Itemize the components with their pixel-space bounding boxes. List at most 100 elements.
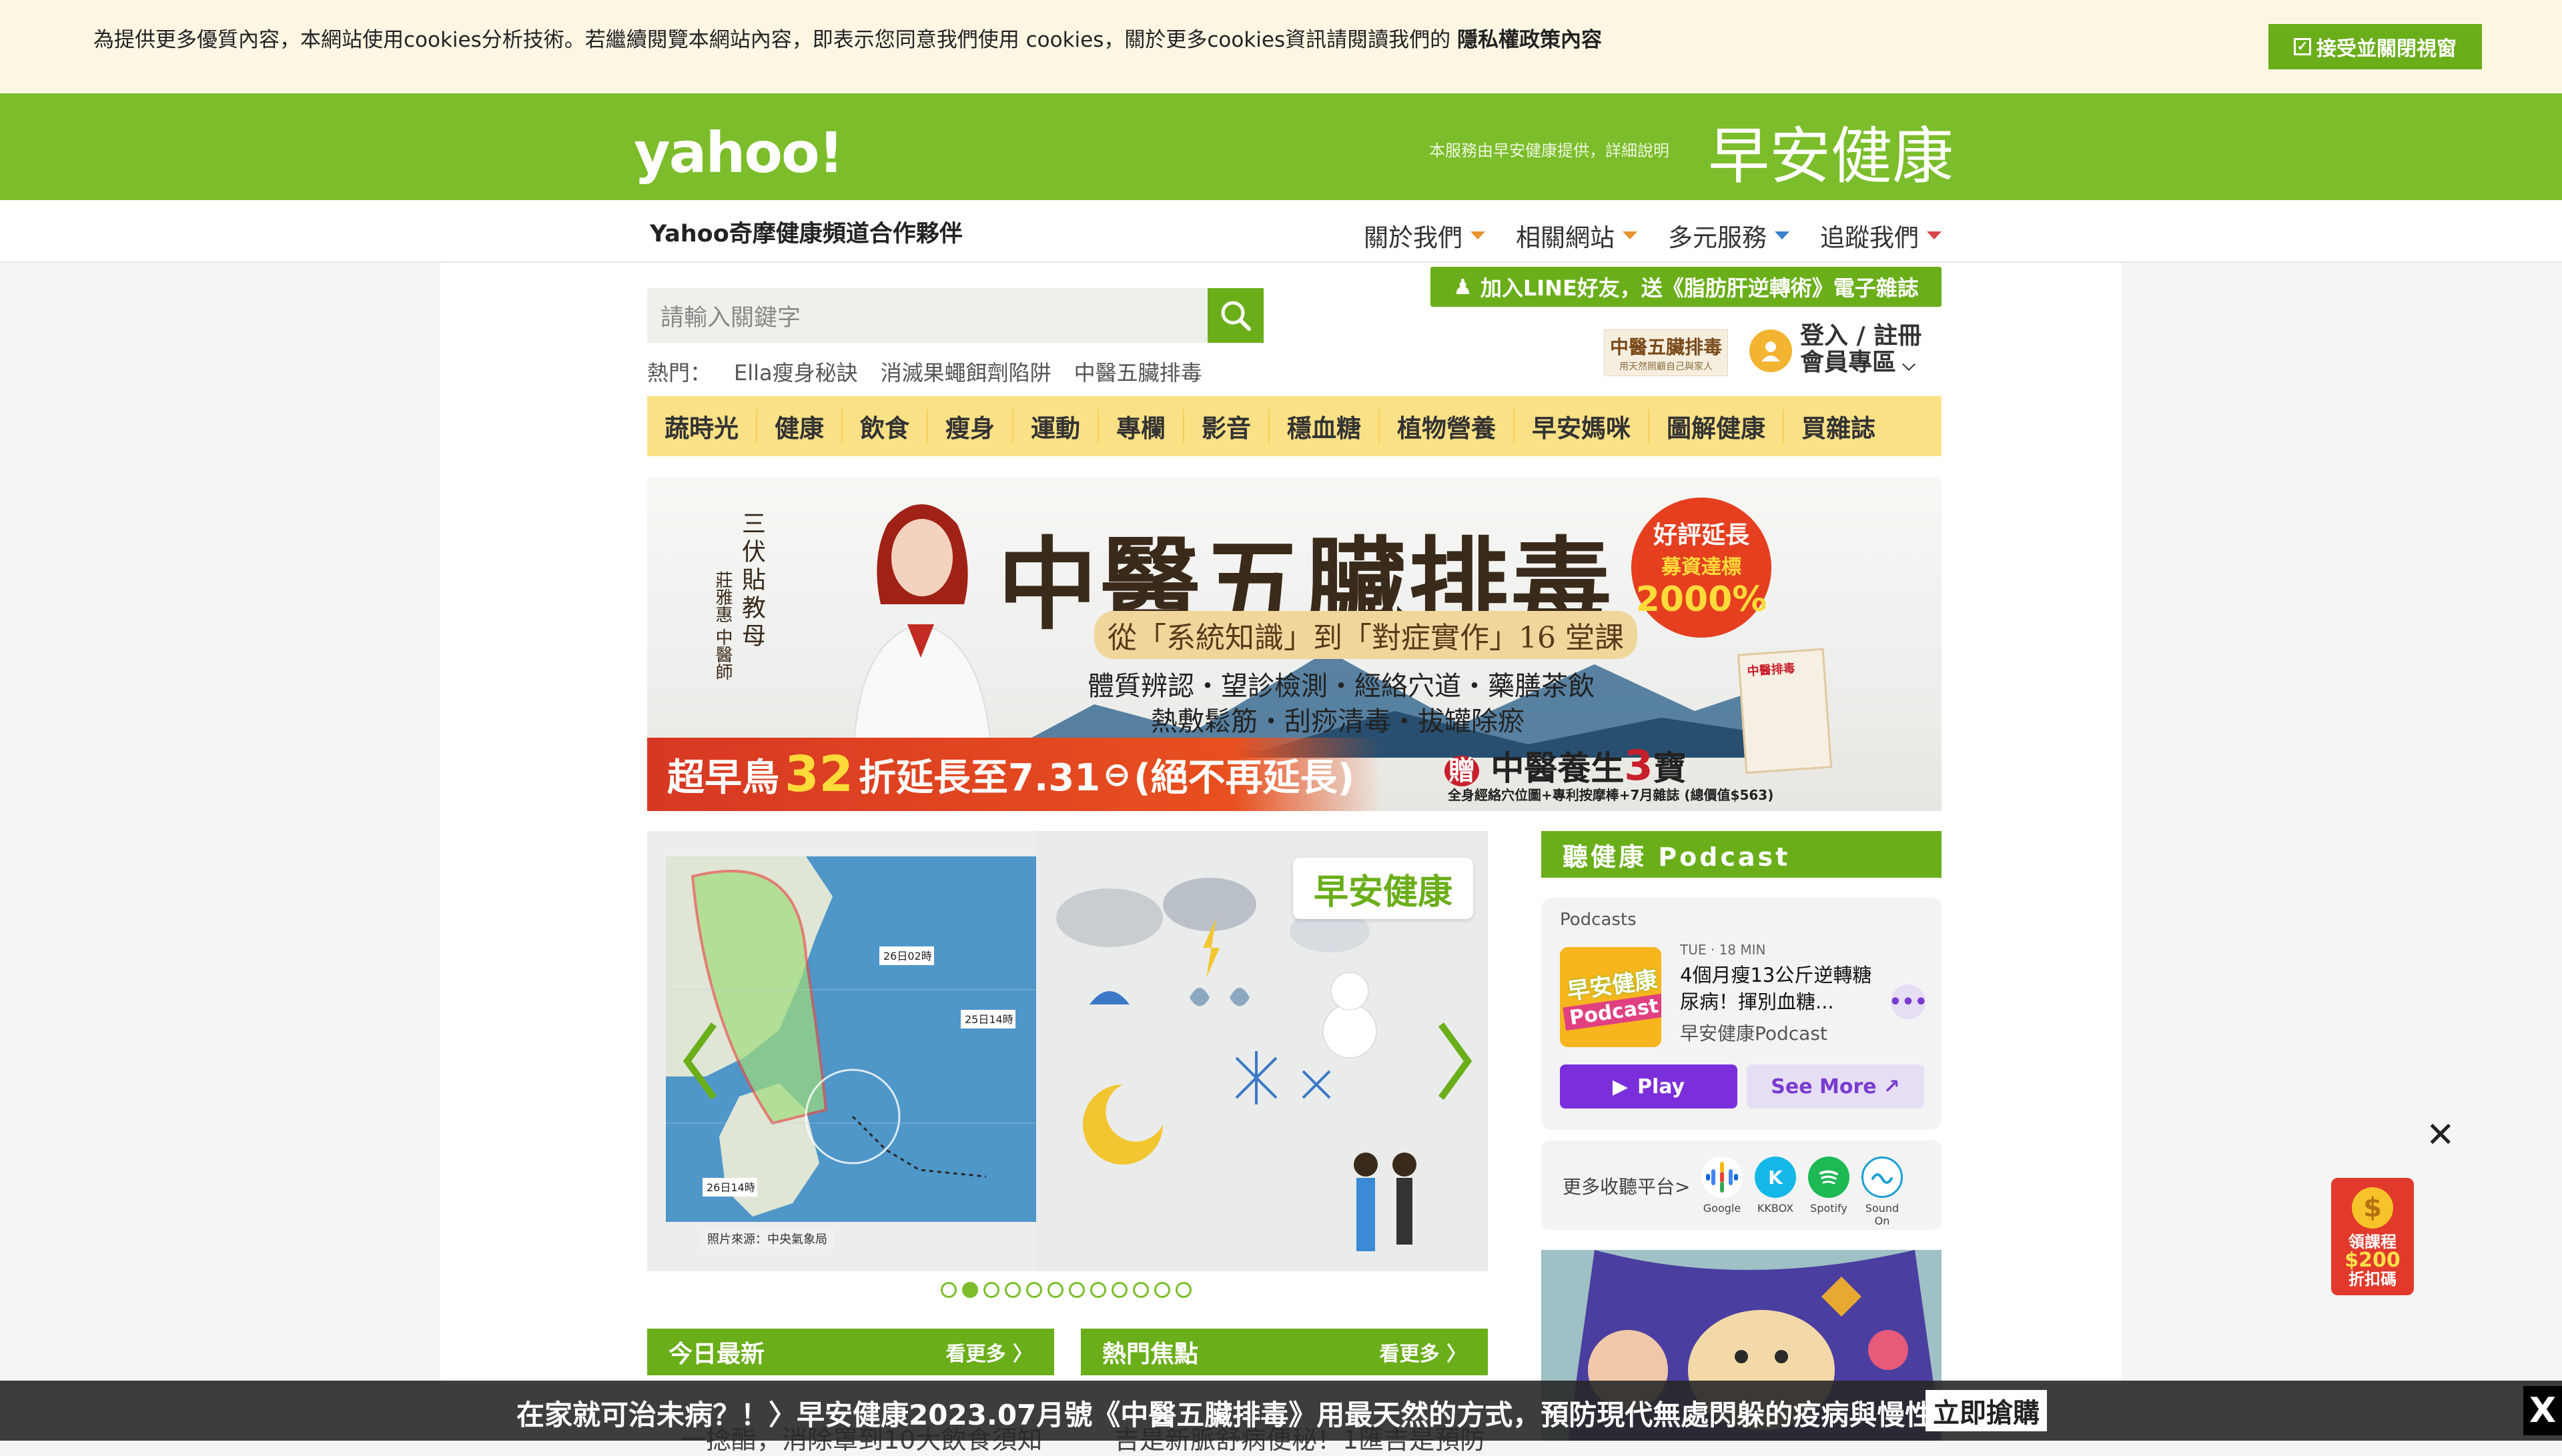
spotify-icon (1808, 1157, 1849, 1198)
brand-logo[interactable]: 早安健康 (1708, 107, 1954, 195)
feature-carousel[interactable]: 26日02時 25日14時 26日14時 照片來源：中央氣象局 早安健康 (647, 831, 1488, 1271)
carousel-dot[interactable] (962, 1282, 978, 1298)
course-coupon-widget[interactable]: $ 領課程 $200 折扣碼 (2331, 1178, 2414, 1295)
coupon-line: 折扣碼 (2348, 1270, 2397, 1289)
see-more-link[interactable]: 看更多 〉 (946, 1337, 1033, 1367)
typhoon-map: 26日02時 25日14時 26日14時 (666, 856, 1036, 1222)
show-name[interactable]: 早安健康Podcast (1680, 1019, 1827, 1046)
typhoon-track-graphic: 26日02時 25日14時 26日14時 (666, 856, 1036, 1222)
carousel-dot[interactable] (1069, 1282, 1085, 1298)
accept-cookies-button[interactable]: ✓ 接受並關閉視窗 (2268, 24, 2482, 69)
category-item[interactable]: 穩血糖 (1270, 410, 1380, 443)
carousel-dot[interactable] (1112, 1282, 1128, 1298)
category-item[interactable]: 運動 (1013, 410, 1099, 443)
user-avatar-icon[interactable] (1749, 329, 1792, 372)
nav-related-sites[interactable]: 相關網站 (1516, 217, 1637, 253)
search-input[interactable]: 請輸入關鍵字 (647, 288, 1208, 343)
hot-section-header: 熱門焦點 看更多 〉 (1081, 1329, 1488, 1375)
service-note-link[interactable]: 本服務由早安健康提供，詳細說明 (1429, 137, 1669, 161)
line-friend-button[interactable]: ♟ 加入LINE好友，送《脂肪肝逆轉術》電子雜誌 (1430, 267, 1942, 307)
carousel-dot[interactable] (983, 1282, 999, 1298)
privacy-policy-link[interactable]: 隱私權政策內容 (1457, 28, 1602, 52)
more-options-button[interactable]: ••• (1889, 984, 1928, 1019)
category-item[interactable]: 專欄 (1099, 410, 1184, 443)
carousel-dot[interactable] (941, 1282, 957, 1298)
banner-fine-print: 全身經絡穴位圖+專利按摩棒+7月雜誌 (總價值$563) (1448, 787, 1774, 803)
coupon-line: $200 (2344, 1249, 2401, 1272)
accept-cookies-label: 接受並關閉視窗 (2316, 38, 2457, 60)
carousel-dot[interactable] (1154, 1282, 1170, 1298)
category-item[interactable]: 影音 (1184, 410, 1270, 443)
partner-title: Yahoo奇摩健康頻道合作夥伴 (650, 221, 963, 247)
hot-label: 熱門： (647, 360, 712, 386)
spotify-link[interactable]: Spotify (1805, 1157, 1852, 1215)
caret-down-icon (1775, 231, 1789, 239)
hot-keyword[interactable]: 中醫五臟排毒 (1074, 356, 1202, 387)
category-item[interactable]: 植物營養 (1380, 410, 1515, 443)
category-item[interactable]: 早安媽咪 (1515, 410, 1649, 443)
nav-services-label: 多元服務 (1668, 223, 1767, 252)
nav-services[interactable]: 多元服務 (1668, 217, 1789, 253)
carousel-dot[interactable] (1090, 1282, 1106, 1298)
nav-about-us-label: 關於我們 (1364, 223, 1462, 252)
category-item[interactable]: 健康 (757, 410, 843, 443)
section-title: 今日最新 (669, 1341, 765, 1368)
hot-keyword[interactable]: Ella瘦身秘訣 (734, 356, 858, 387)
episode-title[interactable]: 4個月瘦13公斤逆轉糖尿病！揮別血糖... (1680, 962, 1887, 1015)
carousel-prev-button[interactable] (681, 1018, 721, 1105)
bottom-bar-close-button[interactable]: X (2523, 1386, 2562, 1435)
category-item[interactable]: 蔬時光 (647, 410, 757, 443)
external-arrow-icon: ↗ (1883, 1074, 1900, 1099)
soundon-link[interactable]: Sound On (1859, 1157, 1905, 1227)
carousel-dot[interactable] (1005, 1282, 1021, 1298)
google-podcasts-link[interactable]: Google (1699, 1157, 1745, 1215)
ribbon-text: 超早鳥 (667, 756, 779, 800)
carousel-dot[interactable] (1176, 1282, 1192, 1298)
floating-close-button[interactable]: ✕ (2426, 1115, 2455, 1155)
cookie-consent-bar: 為提供更多優質內容，本網站使用cookies分析技術。若繼續閱覽本網站內容，即表… (0, 0, 2562, 93)
kkbox-link[interactable]: K KKBOX (1752, 1157, 1799, 1215)
category-item[interactable]: 圖解健康 (1649, 410, 1784, 443)
carousel-dot[interactable] (1133, 1282, 1149, 1298)
mini-logo-title: 中醫五臟排毒 (1609, 336, 1722, 358)
carousel-next-button[interactable] (1434, 1018, 1474, 1105)
banner-ribbon: 超早鳥 32 折延長至7.31 ⊖ (絕不再延長) (647, 738, 1381, 811)
tcm-detox-mini-logo[interactable]: 中醫五臟排毒 用天然照顧自己與家人 (1604, 329, 1728, 376)
gift-badge: 贈 (1444, 756, 1479, 786)
search-button[interactable] (1208, 288, 1264, 343)
line-people-icon: ♟ (1453, 274, 1472, 299)
badge-line: 募資達標 (1661, 556, 1741, 579)
category-item[interactable]: 瘦身 (928, 410, 1013, 443)
nav-follow-us-label: 追蹤我們 (1820, 223, 1919, 252)
buy-now-button[interactable]: 立即搶購 (1926, 1390, 2047, 1431)
map-label: 25日14時 (965, 1013, 1013, 1026)
banner-vertical-title: 三伏貼教母 (738, 511, 765, 651)
doctor-portrait (853, 504, 992, 744)
login-register-link[interactable]: 登入 / 註冊 (1800, 323, 1922, 349)
carousel-dot[interactable] (1047, 1282, 1063, 1298)
play-icon: ▶ (1612, 1074, 1628, 1099)
member-area-link[interactable]: 會員專區 ⌵ (1800, 349, 1922, 378)
category-item[interactable]: 買雜誌 (1784, 410, 1893, 443)
checkbox-icon: ✓ (2294, 38, 2311, 55)
hot-keyword[interactable]: 消滅果蠅餌劑陷阱 (881, 356, 1051, 387)
carousel-dot[interactable] (1026, 1282, 1042, 1298)
see-more-label: See More (1771, 1074, 1877, 1099)
chevron-down-icon: ⌵ (1896, 355, 1915, 375)
section-title: 熱門焦點 (1102, 1341, 1199, 1368)
nav-follow-us[interactable]: 追蹤我們 (1820, 217, 1942, 253)
podcast-cover[interactable]: 早安健康 Podcast (1560, 947, 1661, 1047)
category-item[interactable]: 飲食 (843, 410, 928, 443)
platforms-label[interactable]: 更多收聽平台> (1563, 1173, 1690, 1199)
nav-about-us[interactable]: 關於我們 (1364, 217, 1485, 253)
minus-circle-icon: ⊖ (1103, 755, 1132, 794)
bottom-promo-bar: 在家就可治未病？！〉早安健康2023.07月號《中醫五臟排毒》用最天然的方式，預… (0, 1381, 2562, 1441)
gift-text: 中醫養生 (1490, 749, 1625, 788)
see-more-button[interactable]: See More ↗ (1747, 1064, 1924, 1109)
see-more-link[interactable]: 看更多 〉 (1380, 1337, 1466, 1367)
promo-banner[interactable]: 三伏貼教母 莊雅惠 中醫師 中醫五臟排毒 從「系統知識」到「對症實作」16 堂課… (647, 478, 1942, 811)
yahoo-logo[interactable]: yahoo! (634, 120, 844, 185)
caret-down-icon (1927, 231, 1942, 239)
play-button[interactable]: ▶ Play (1560, 1064, 1737, 1109)
bottom-promo-text[interactable]: 在家就可治未病？！〉早安健康2023.07月號《中醫五臟排毒》用最天然的方式，預… (516, 1393, 1989, 1433)
